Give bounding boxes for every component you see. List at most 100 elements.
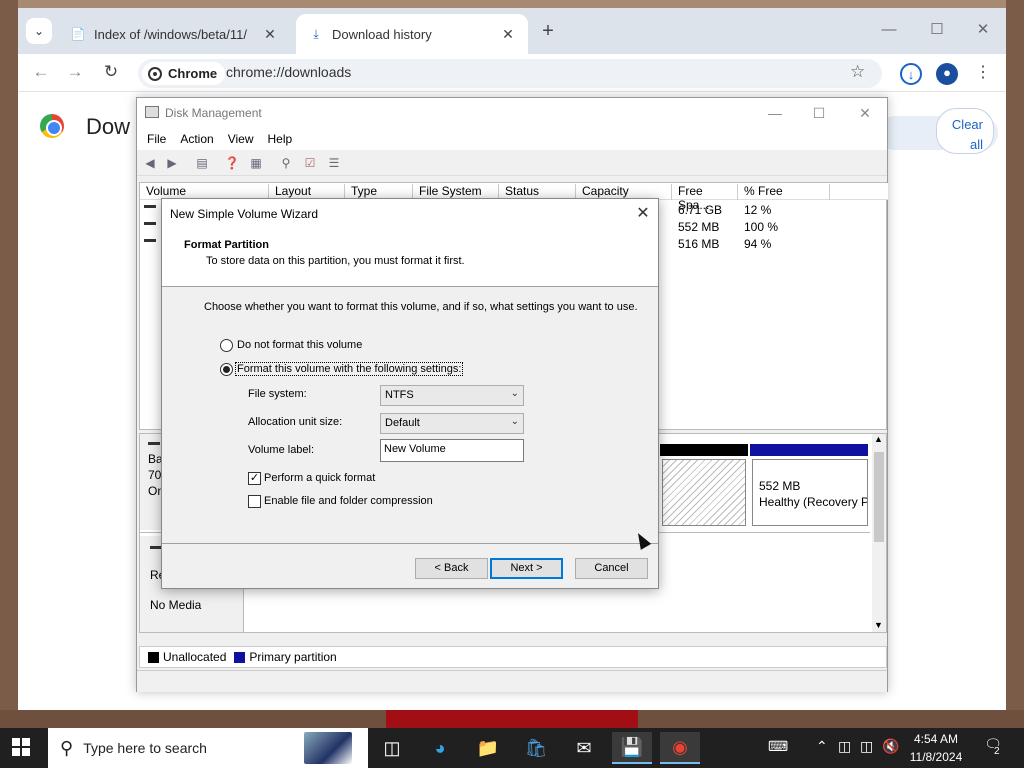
notification-center-icon[interactable]: 🗨 2 (982, 736, 1004, 758)
partition-recovery[interactable]: 552 MB Healthy (Recovery P (752, 459, 868, 526)
chrome-taskbar-icon[interactable]: ◉ (660, 732, 700, 764)
legend-label-unallocated: Unallocated (163, 650, 227, 664)
connect-icon[interactable]: ⚲ (277, 155, 295, 171)
tab-index-windows-beta[interactable]: 📄 Index of /windows/beta/11/ ✕ (58, 14, 290, 54)
omnibox[interactable]: Chrome chrome://downloads ☆ (138, 59, 882, 88)
mail-icon[interactable]: ✉ (564, 732, 604, 764)
new-simple-volume-wizard: New Simple Volume Wizard ✕ Format Partit… (161, 198, 659, 589)
profile-avatar-icon[interactable]: ● (936, 63, 958, 85)
tab-search-button[interactable]: ⌄ (26, 18, 52, 44)
next-button[interactable]: Next > (490, 558, 563, 579)
scroll-down-icon[interactable]: ▼ (874, 620, 883, 630)
compression-label[interactable]: Enable file and folder compression (264, 495, 433, 507)
start-button[interactable] (8, 736, 36, 760)
task-view-icon[interactable]: ◫ (372, 732, 412, 764)
chrome-icon (148, 66, 162, 81)
tab-download-history[interactable]: ⤓ Download history ✕ (296, 14, 528, 54)
drive-icon (148, 442, 160, 445)
microsoft-store-icon[interactable]: 🛍 (516, 732, 556, 764)
forward-arrow-icon[interactable]: ▶ (163, 155, 181, 171)
bookmark-star-icon[interactable]: ☆ (850, 62, 865, 82)
radio-do-not-format[interactable] (220, 339, 233, 352)
search-icon: ⚲ (60, 737, 74, 758)
clock-time: 4:54 AM (913, 732, 959, 746)
maximize-button[interactable]: ☐ (799, 100, 839, 126)
wizard-heading: Format Partition (184, 239, 269, 251)
more-menu-icon[interactable]: ⋮ (972, 63, 994, 85)
wizard-intro: Choose whether you want to format this v… (204, 301, 638, 313)
scrollbar-thumb[interactable] (874, 452, 884, 542)
minimize-button[interactable]: — (872, 18, 906, 44)
label-do-not-format[interactable]: Do not format this volume (237, 339, 362, 351)
site-chip[interactable]: Chrome (142, 62, 226, 85)
menu-view[interactable]: View (228, 132, 254, 146)
volume-muted-icon[interactable]: 🔇 (882, 738, 899, 755)
radio-format-volume[interactable] (220, 363, 233, 376)
forward-button[interactable]: → (62, 61, 88, 85)
wizard-divider (162, 543, 658, 544)
help-icon[interactable]: ❓ (223, 155, 241, 171)
window-title: Disk Management (165, 106, 262, 120)
back-button[interactable]: ← (28, 61, 54, 85)
taskbar-clock[interactable]: 4:54 AM 11/8/2024 (900, 730, 972, 766)
column-header-free-space[interactable]: Free Spa... (672, 184, 738, 212)
volume-label-input[interactable]: New Volume (380, 439, 524, 462)
cancel-button[interactable]: Cancel (575, 558, 648, 579)
chevron-up-icon[interactable]: ⌃ (816, 738, 828, 755)
legend: Unallocated Primary partition (139, 646, 887, 668)
column-header-percent-free[interactable]: % Free (738, 184, 830, 200)
new-tab-button[interactable]: + (536, 20, 560, 44)
toolbar: ◀ ▶ ▤ ❓ ▦ ⚲ ☑ ☰ (137, 150, 887, 176)
close-tab-icon[interactable]: ✕ (262, 26, 278, 43)
disk-management-icon (145, 106, 159, 118)
clear-all-button[interactable]: Clear all (936, 108, 994, 154)
scroll-up-icon[interactable]: ▲ (874, 434, 883, 444)
partition-status: Healthy (Recovery P (759, 495, 867, 509)
close-window-button[interactable]: ✕ (966, 18, 1000, 44)
maximize-button[interactable]: ☐ (920, 18, 954, 44)
taskbar-search[interactable]: ⚲ Type here to search (48, 728, 368, 768)
legend-label-primary: Primary partition (249, 650, 337, 664)
label-format-volume[interactable]: Format this volume with the following se… (235, 362, 464, 376)
check-icon[interactable]: ☑ (301, 155, 319, 171)
properties-icon[interactable]: ▤ (193, 155, 211, 171)
partition-selected[interactable] (662, 459, 746, 526)
edge-icon[interactable]: ◕ (420, 732, 460, 764)
table-cell-free: 6.71 GB (678, 203, 723, 217)
downloads-icon[interactable]: ↓ (900, 63, 922, 85)
chevron-down-icon: ⌄ (33, 24, 45, 38)
close-icon[interactable]: ✕ (632, 203, 654, 225)
search-highlight-image[interactable] (304, 732, 352, 764)
desktop-background-right (1006, 0, 1024, 712)
close-tab-icon[interactable]: ✕ (500, 26, 516, 43)
close-window-button[interactable]: ✕ (845, 100, 885, 126)
quick-format-checkbox[interactable]: ✓ (248, 472, 261, 485)
menu-help[interactable]: Help (268, 132, 293, 146)
reload-button[interactable]: ↻ (98, 61, 124, 85)
table-cell-free: 516 MB (678, 237, 720, 251)
compression-checkbox[interactable] (248, 495, 261, 508)
table-cell-percent: 100 % (744, 220, 779, 234)
list-icon[interactable]: ☰ (325, 155, 343, 171)
quick-format-label[interactable]: Perform a quick format (264, 472, 375, 484)
menu-action[interactable]: Action (180, 132, 213, 146)
url-text[interactable]: chrome://downloads (226, 64, 351, 80)
disk-management-taskbar-icon[interactable]: 💾 (612, 732, 652, 764)
back-button[interactable]: < Back (415, 558, 488, 579)
device-icon[interactable]: ◫ (838, 738, 851, 755)
table-cell-percent: 12 % (744, 203, 772, 217)
network-icon[interactable]: ◫ (860, 738, 873, 755)
minimize-button[interactable]: — (755, 100, 795, 126)
search-placeholder: Type here to search (83, 740, 207, 756)
file-system-select[interactable]: NTFS ⌄ (380, 385, 524, 406)
view-icon[interactable]: ▦ (247, 155, 265, 171)
allocation-unit-select[interactable]: Default ⌄ (380, 413, 524, 434)
keyboard-icon[interactable]: ⌨ (768, 738, 788, 755)
back-arrow-icon[interactable]: ◀ (141, 155, 159, 171)
vertical-scrollbar[interactable]: ▲ ▼ (872, 434, 886, 632)
menu-file[interactable]: File (147, 132, 166, 146)
drive-icon (144, 222, 156, 225)
status-bar (137, 670, 887, 692)
file-explorer-icon[interactable]: 📁 (468, 732, 508, 764)
table-cell-percent: 94 % (744, 237, 772, 251)
